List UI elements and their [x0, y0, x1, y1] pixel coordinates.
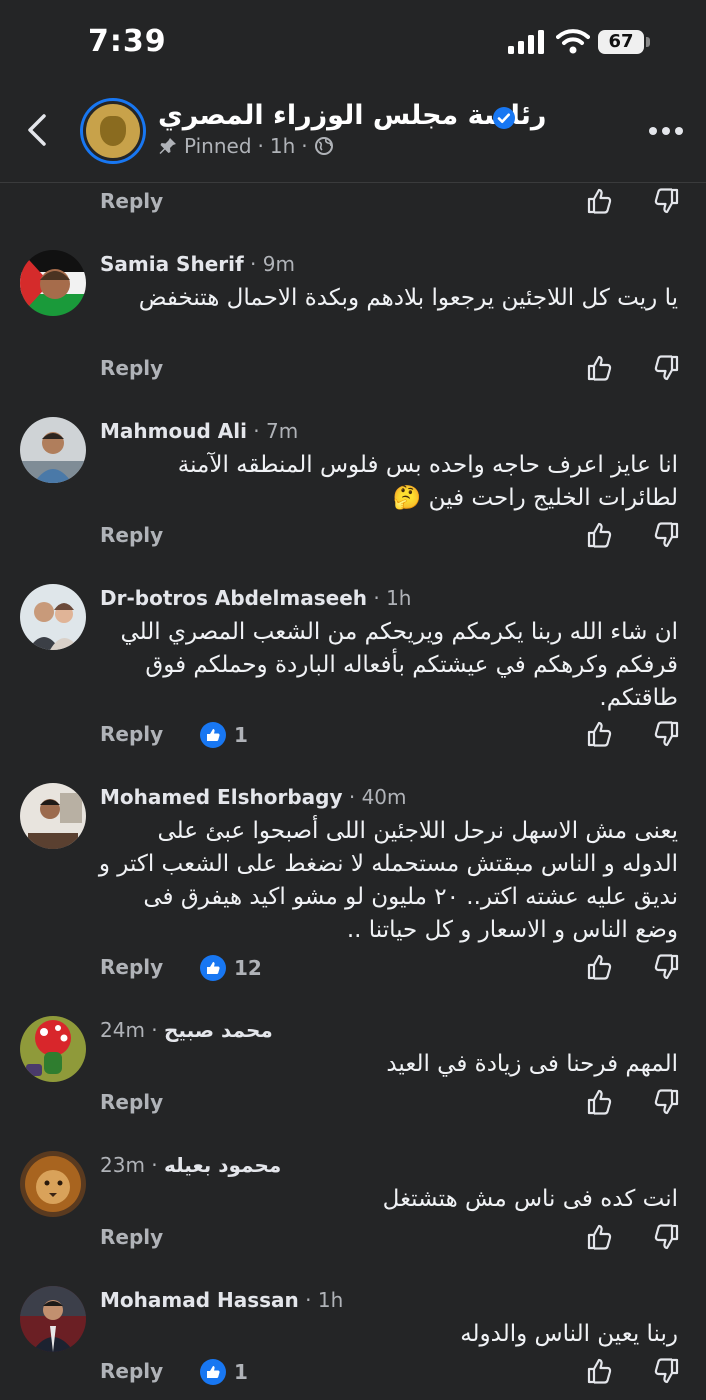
like-count: 12	[234, 956, 262, 980]
wifi-icon	[556, 29, 590, 54]
comment-actions: Reply	[0, 354, 706, 388]
reply-button[interactable]: Reply	[100, 1225, 163, 1249]
reply-button[interactable]: Reply	[100, 1090, 163, 1114]
reply-button[interactable]: Reply	[100, 189, 163, 213]
comment-time: 1h	[317, 1288, 344, 1312]
pinned-label: Pinned	[184, 134, 252, 158]
clock: 7:39	[88, 24, 167, 59]
like-reaction-icon	[200, 1359, 226, 1385]
commenter-avatar[interactable]	[20, 250, 86, 316]
commenter-avatar[interactable]	[20, 1151, 86, 1217]
post-meta: Pinned · 1h ·	[158, 134, 334, 158]
upvote-icon[interactable]	[586, 1088, 614, 1116]
reply-button[interactable]: Reply	[100, 1359, 163, 1383]
commenter-name[interactable]: 23m · محمود بعيله	[100, 1153, 281, 1177]
comment-text: يعنى مش الاسهل نرحل اللاجئين اللى أصبحوا…	[98, 818, 678, 943]
back-arrow-icon[interactable]	[22, 112, 54, 148]
downvote-icon[interactable]	[652, 720, 680, 748]
globe-icon	[314, 137, 333, 155]
post-header: رئاسة مجلس الوزراء المصري Pinned · 1h ·	[0, 84, 706, 183]
previous-comment-actions: Reply	[0, 187, 706, 221]
comment-actions: Reply 12	[0, 953, 706, 987]
upvote-icon[interactable]	[586, 187, 614, 215]
comment-time: 23m	[100, 1153, 145, 1177]
like-count: 1	[234, 1360, 248, 1384]
meta-separator-2: ·	[301, 134, 308, 158]
downvote-icon[interactable]	[652, 953, 680, 981]
downvote-icon[interactable]	[652, 354, 680, 382]
reply-button[interactable]: Reply	[100, 955, 163, 979]
downvote-icon[interactable]	[652, 1088, 680, 1116]
upvote-icon[interactable]	[586, 354, 614, 382]
comment-time: 1h	[386, 586, 412, 610]
comment-time: 9m	[262, 252, 295, 276]
like-reaction[interactable]: 1	[200, 1359, 248, 1385]
more-options-icon[interactable]	[648, 126, 684, 136]
comment-text: ربنا يعين الناس والدوله	[460, 1321, 678, 1347]
commenter-avatar[interactable]	[20, 417, 86, 483]
page-title[interactable]: رئاسة مجلس الوزراء المصري	[158, 100, 546, 131]
commenter-name[interactable]: Mohamad Hassan · 1h	[100, 1288, 343, 1312]
upvote-icon[interactable]	[586, 521, 614, 549]
commenter-name[interactable]: Samia Sherif · 9m	[100, 252, 295, 276]
like-reaction[interactable]: 12	[200, 955, 262, 981]
page-avatar[interactable]	[80, 98, 146, 164]
comment-text: انت كده فى ناس مش هتشتغل	[382, 1186, 678, 1212]
reply-button[interactable]: Reply	[100, 523, 163, 547]
like-count: 1	[234, 723, 248, 747]
like-reaction-icon	[200, 722, 226, 748]
like-reaction[interactable]: 1	[200, 722, 248, 748]
comment-time: 7m	[266, 419, 299, 443]
battery-level: 67	[608, 31, 634, 52]
comment-time: 40m	[361, 785, 407, 809]
downvote-icon[interactable]	[652, 1223, 680, 1251]
comment-text: المهم فرحنا فى زيادة في العيد	[386, 1051, 678, 1077]
comment-text: ان شاء الله ربنا يكرمكم ويريحكم من الشعب…	[120, 619, 679, 711]
commenter-avatar[interactable]	[20, 1016, 86, 1082]
comment-text: انا عايز اعرف حاجه واحده بس فلوس المنطقه…	[177, 452, 678, 511]
upvote-icon[interactable]	[586, 953, 614, 981]
reply-button[interactable]: Reply	[100, 722, 163, 746]
commenter-name[interactable]: Dr-botros Abdelmaseeh · 1h	[100, 586, 411, 610]
comment-actions: Reply	[0, 1223, 706, 1257]
commenter-avatar[interactable]	[20, 584, 86, 650]
commenter-avatar[interactable]	[20, 1286, 86, 1352]
downvote-icon[interactable]	[652, 1357, 680, 1385]
comment-actions: Reply	[0, 1088, 706, 1122]
status-bar: 7:39 67	[0, 0, 706, 84]
reply-button[interactable]: Reply	[100, 356, 163, 380]
post-age: 1h	[269, 134, 296, 158]
comment-actions: Reply 1	[0, 720, 706, 754]
commenter-avatar[interactable]	[20, 783, 86, 849]
upvote-icon[interactable]	[586, 1357, 614, 1385]
comment-text: يا ريت كل اللاجئين يرجعوا بلادهم وبكدة ا…	[138, 285, 678, 311]
upvote-icon[interactable]	[586, 720, 614, 748]
comment-time: 24m	[100, 1018, 145, 1042]
commenter-name[interactable]: Mahmoud Ali · 7m	[100, 419, 298, 443]
like-reaction-icon	[200, 955, 226, 981]
cellular-signal-icon	[508, 30, 544, 54]
battery-icon: 67	[598, 30, 652, 54]
verified-badge-icon	[493, 107, 515, 129]
pin-icon	[159, 138, 176, 154]
commenter-name[interactable]: 24m · محمد صبيح	[100, 1018, 273, 1042]
commenter-name[interactable]: Mohamed Elshorbagy · 40m	[100, 785, 407, 809]
meta-separator: ·	[257, 134, 264, 158]
comment-actions: Reply	[0, 521, 706, 555]
comment-actions: Reply 1	[0, 1357, 706, 1391]
downvote-icon[interactable]	[652, 187, 680, 215]
upvote-icon[interactable]	[586, 1223, 614, 1251]
downvote-icon[interactable]	[652, 521, 680, 549]
